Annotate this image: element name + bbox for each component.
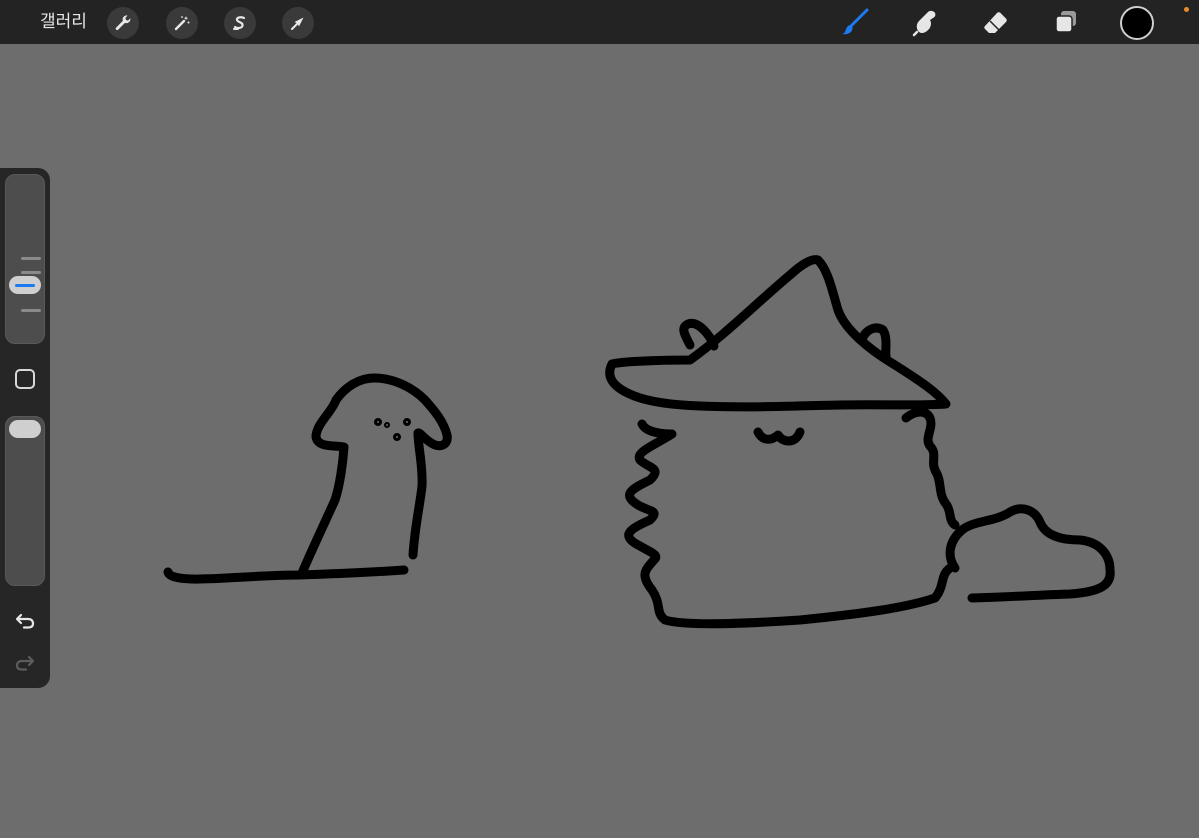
eraser-tool-button[interactable] <box>979 6 1013 38</box>
brush-icon <box>842 8 869 35</box>
magic-wand-icon <box>174 16 190 31</box>
ground-stroke <box>163 565 409 584</box>
status-dot <box>1184 7 1189 12</box>
adjustments-button[interactable] <box>166 7 198 39</box>
selection-button[interactable] <box>224 7 256 39</box>
brush-tool-button[interactable] <box>838 6 872 38</box>
face-stroke <box>753 427 805 446</box>
actions-button[interactable] <box>107 7 139 39</box>
drawing-canvas[interactable] <box>0 44 1199 838</box>
eraser-icon <box>984 12 1007 33</box>
cat-body-stroke <box>624 419 955 629</box>
top-toolbar: 갤러리 <box>0 0 1199 44</box>
small-creature-stroke <box>297 373 452 578</box>
color-picker-button[interactable] <box>1120 6 1154 40</box>
tail-stroke <box>945 504 1115 603</box>
smudge-finger-icon <box>912 10 936 37</box>
wrench-icon <box>115 15 131 31</box>
layers-icon <box>1055 11 1076 33</box>
smudge-tool-button[interactable] <box>908 6 942 38</box>
transform-button[interactable] <box>282 7 314 39</box>
gallery-button[interactable]: 갤러리 <box>40 9 87 35</box>
layers-button[interactable] <box>1049 6 1083 38</box>
arrow-cursor-icon <box>291 17 304 30</box>
selection-s-icon <box>233 16 246 30</box>
